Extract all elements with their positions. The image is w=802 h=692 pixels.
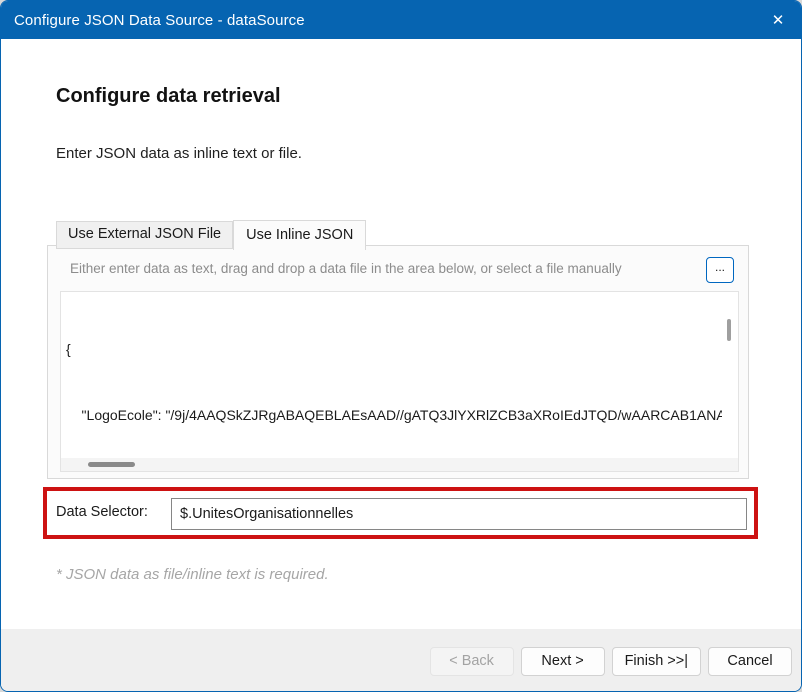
finish-button[interactable]: Finish >>| (611, 646, 701, 676)
cancel-button[interactable]: Cancel (708, 646, 792, 676)
required-footnote: * JSON data as file/inline text is requi… (56, 566, 329, 583)
tab-use-external-json-file[interactable]: Use External JSON File (56, 221, 234, 249)
window-title: Configure JSON Data Source - dataSource (14, 11, 305, 29)
horizontal-scrollbar-thumb[interactable] (88, 462, 135, 467)
ellipsis-icon: ... (714, 260, 725, 274)
title-bar: Configure JSON Data Source - dataSource … (1, 1, 801, 39)
tab-bar: Use External JSON File Use Inline JSON (56, 220, 367, 250)
close-icon: ✕ (771, 12, 785, 29)
json-text-content: { "LogoEcole": "/9j/4AAQSkZJRgABAQEBLAEs… (66, 294, 722, 457)
dialog-footer: < Back Next > Finish >>| Cancel (1, 629, 801, 691)
close-button[interactable]: ✕ (755, 1, 801, 39)
panel-instruction: Either enter data as text, drag and drop… (70, 261, 622, 276)
tab-use-inline-json[interactable]: Use Inline JSON (233, 220, 367, 250)
data-selector-input[interactable] (171, 498, 747, 530)
next-button[interactable]: Next > (520, 646, 605, 676)
vertical-scrollbar-thumb[interactable] (727, 319, 731, 341)
page-title: Configure data retrieval (56, 85, 281, 107)
dialog-window: Configure JSON Data Source - dataSource … (0, 0, 802, 692)
dialog-body: Configure data retrieval Enter JSON data… (1, 39, 801, 629)
json-line: "LogoEcole": "/9j/4AAQSkZJRgABAQEBLAEsAA… (66, 407, 722, 423)
horizontal-scrollbar-track[interactable] (61, 458, 738, 471)
data-selector-label: Data Selector: (56, 504, 148, 520)
page-subtitle: Enter JSON data as inline text or file. (56, 145, 302, 162)
back-button[interactable]: < Back (429, 646, 514, 676)
tab-label: Use External JSON File (68, 226, 222, 242)
json-text-area[interactable]: { "LogoEcole": "/9j/4AAQSkZJRgABAQEBLAEs… (60, 291, 739, 472)
tab-label: Use Inline JSON (246, 227, 354, 243)
browse-file-button[interactable]: ... (706, 257, 734, 283)
json-line: { (66, 341, 71, 357)
inline-json-panel: Either enter data as text, drag and drop… (47, 245, 749, 479)
